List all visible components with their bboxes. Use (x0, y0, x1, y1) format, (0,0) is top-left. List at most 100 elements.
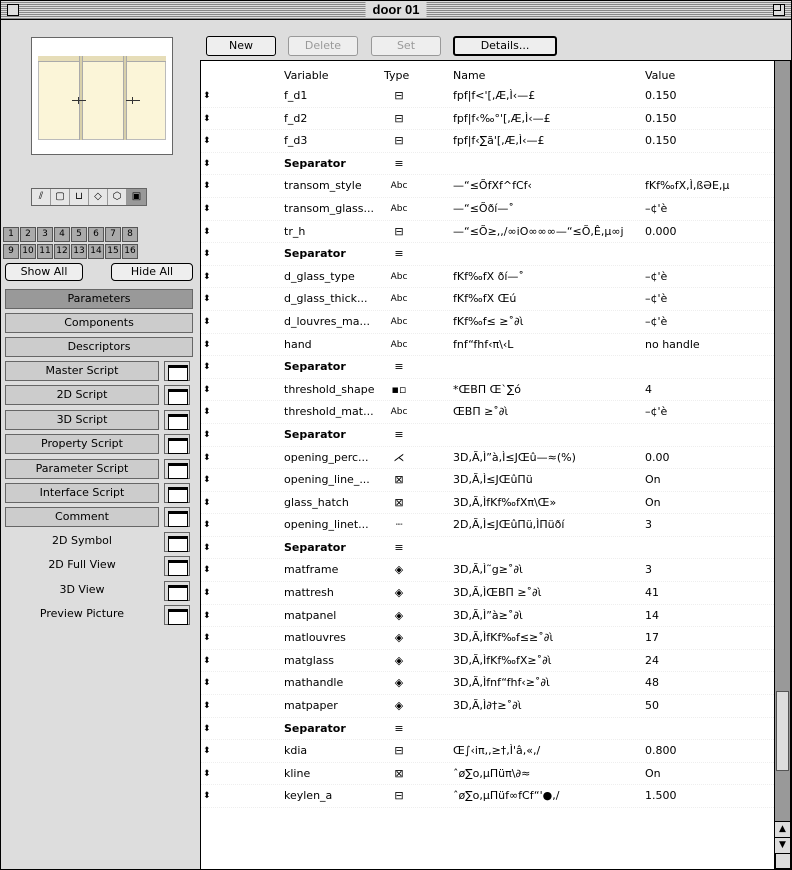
material-icon[interactable]: ◈ (384, 695, 414, 718)
separator-icon[interactable]: ≡ (384, 424, 414, 447)
value-cell[interactable]: –¢'è (645, 311, 774, 334)
value-cell[interactable]: 0.800 (645, 740, 774, 763)
name-cell[interactable]: 3D,Ã,Ì∂†≥˚∂ὶ (453, 695, 643, 718)
parameter-row[interactable]: ⬍ Separator ≡ (201, 718, 774, 741)
separator-icon[interactable]: ≡ (384, 718, 414, 741)
parameter-row[interactable]: ⬍ f_d3 ⊟ fpf|f‹∑ã'[,Æ,Ì‹—£ 0.150 (201, 130, 774, 153)
variable-cell[interactable]: threshold_shape (284, 379, 379, 402)
show-all-button[interactable]: Show All (5, 263, 83, 281)
nav-components[interactable]: Components (5, 313, 193, 333)
value-cell[interactable]: 0.00 (645, 447, 774, 470)
open-window-icon[interactable] (164, 409, 190, 430)
layer-number-button[interactable]: 8 (122, 227, 138, 242)
close-box-icon[interactable] (7, 4, 19, 16)
drag-handle-icon[interactable]: ⬍ (203, 311, 211, 334)
value-cell[interactable]: 4 (645, 379, 774, 402)
name-cell[interactable]: 3D,Ã,Ì˜g≥˚∂ὶ (453, 559, 643, 582)
nav-3d-view[interactable]: 3D View (5, 581, 159, 601)
drag-handle-icon[interactable]: ⬍ (203, 740, 211, 763)
drag-handle-icon[interactable]: ⬍ (203, 243, 211, 266)
name-cell[interactable]: 3D,Ã,Ì”à,Ì≤JŒû—≈(%) (453, 447, 643, 470)
name-cell[interactable]: 3D,Ã,ÌŒBΠ ≥˚∂ὶ (453, 582, 643, 605)
open-window-icon[interactable] (164, 531, 190, 552)
name-cell[interactable]: Œ∫‹iπ,,≥†,Ì'â,«,/ (453, 740, 643, 763)
nav-property-script[interactable]: Property Script (5, 434, 159, 455)
hide-all-button[interactable]: Hide All (111, 263, 193, 281)
layer-number-button[interactable]: 3 (37, 227, 53, 242)
value-cell[interactable]: no handle (645, 334, 774, 357)
nav-2d-full-view[interactable]: 2D Full View (5, 556, 159, 576)
variable-cell[interactable]: Separator (284, 153, 379, 176)
parameter-row[interactable]: ⬍ opening_perc... ⋌ 3D,Ã,Ì”à,Ì≤JŒû—≈(%) 0.00 (201, 447, 774, 470)
open-window-icon[interactable] (164, 580, 190, 601)
value-cell[interactable]: On (645, 492, 774, 515)
text-icon[interactable]: Abc (384, 311, 414, 334)
parameter-row[interactable]: ⬍ threshold_mat... Abc ŒBΠ ≥˚∂ὶ –¢'è (201, 401, 774, 424)
variable-cell[interactable]: transom_glass... (284, 198, 379, 221)
material-icon[interactable]: ◈ (384, 650, 414, 673)
parameter-row[interactable]: ⬍ matlouvres ◈ 3D,Ã,ÌfKf‰f≤≥˚∂ὶ 17 (201, 627, 774, 650)
nav-descriptors[interactable]: Descriptors (5, 337, 193, 357)
name-cell[interactable]: 3D,Ã,ÌfKf‰fX≥˚∂ὶ (453, 650, 643, 673)
value-cell[interactable]: 0.000 (645, 221, 774, 244)
variable-cell[interactable]: opening_perc... (284, 447, 379, 470)
title-bar[interactable]: door 01 (1, 1, 791, 20)
material-icon[interactable]: ◈ (384, 559, 414, 582)
line-type-icon[interactable]: ┈ (384, 514, 414, 537)
name-cell[interactable]: fpf|f‹∑ã'[,Æ,Ì‹—£ (453, 130, 643, 153)
vertical-scrollbar[interactable]: ▲ ▼ (775, 60, 791, 870)
value-cell[interactable]: 0.150 (645, 108, 774, 131)
drag-handle-icon[interactable]: ⬍ (203, 130, 211, 153)
new-button[interactable]: New (206, 36, 276, 56)
variable-cell[interactable]: matpaper (284, 695, 379, 718)
open-window-icon[interactable] (164, 434, 190, 455)
resize-grip-icon[interactable] (775, 853, 791, 869)
text-icon[interactable]: Abc (384, 288, 414, 311)
name-cell[interactable]: fKf‰f≤ ≥˚∂ὶ (453, 311, 643, 334)
drag-handle-icon[interactable]: ⬍ (203, 221, 211, 244)
value-cell[interactable]: 1.500 (645, 785, 774, 808)
parameter-row[interactable]: ⬍ transom_glass... Abc —“≤Õðí—˚ –¢'è (201, 198, 774, 221)
name-cell[interactable]: 3D,Ã,Ì”à≥˚∂ὶ (453, 605, 643, 628)
open-window-icon[interactable] (164, 556, 190, 577)
drag-handle-icon[interactable]: ⬍ (203, 175, 211, 198)
parameter-row[interactable]: ⬍ matpanel ◈ 3D,Ã,Ì”à≥˚∂ὶ 14 (201, 605, 774, 628)
parameter-row[interactable]: ⬍ matglass ◈ 3D,Ã,ÌfKf‰fX≥˚∂ὶ 24 (201, 650, 774, 673)
parameter-row[interactable]: ⬍ d_louvres_ma... Abc fKf‰f≤ ≥˚∂ὶ –¢'è (201, 311, 774, 334)
variable-cell[interactable]: d_louvres_ma... (284, 311, 379, 334)
drag-handle-icon[interactable]: ⬍ (203, 424, 211, 447)
drag-handle-icon[interactable]: ⬍ (203, 447, 211, 470)
layer-number-button[interactable]: 16 (122, 244, 138, 259)
open-window-icon[interactable] (164, 385, 190, 406)
parameter-row[interactable]: ⬍ opening_linet... ┈ 2D,Ã,Ì≤JŒûΠü,ÌΠüðí 3 (201, 514, 774, 537)
value-cell[interactable]: On (645, 469, 774, 492)
value-cell[interactable]: 50 (645, 695, 774, 718)
nav-2d-script[interactable]: 2D Script (5, 385, 159, 406)
value-cell[interactable]: 0.150 (645, 130, 774, 153)
value-cell[interactable]: 48 (645, 672, 774, 695)
drag-handle-icon[interactable]: ⬍ (203, 492, 211, 515)
name-cell[interactable]: 3D,Ã,Ìfnf“fhf‹≥˚∂ὶ (453, 672, 643, 695)
layer-number-button[interactable]: 1 (3, 227, 19, 242)
box-icon[interactable]: ▢ (51, 189, 70, 205)
scroll-thumb[interactable] (776, 691, 789, 771)
preview-icon[interactable]: ▣ (127, 189, 146, 205)
parameter-row[interactable]: ⬍ Separator ≡ (201, 356, 774, 379)
drag-handle-icon[interactable]: ⬍ (203, 334, 211, 357)
parameter-row[interactable]: ⬍ threshold_shape ▪▫ *ŒBΠ Œ`∑ó 4 (201, 379, 774, 402)
drag-handle-icon[interactable]: ⬍ (203, 266, 211, 289)
separator-icon[interactable]: ≡ (384, 243, 414, 266)
variable-cell[interactable]: matframe (284, 559, 379, 582)
nav-interface-script[interactable]: Interface Script (5, 483, 159, 503)
name-cell[interactable]: —“≤Õ≥,,/∞iO∞∞∞—“≤Õ,Ê,µ∞j (453, 221, 643, 244)
parameter-row[interactable]: ⬍ f_d1 ⊟ fpf|f<'[,Æ,Ì‹—£ 0.150 (201, 85, 774, 108)
value-cell[interactable]: 41 (645, 582, 774, 605)
floor-icon[interactable]: ⊔ (70, 189, 89, 205)
boolean-icon[interactable]: ⊠ (384, 492, 414, 515)
length-icon[interactable]: ⊟ (384, 221, 414, 244)
value-cell[interactable]: –¢'è (645, 266, 774, 289)
boolean-icon[interactable]: ⊠ (384, 469, 414, 492)
layer-number-button[interactable]: 13 (71, 244, 87, 259)
material-icon[interactable]: ◈ (384, 605, 414, 628)
scroll-down-arrow-icon[interactable]: ▼ (775, 837, 790, 853)
